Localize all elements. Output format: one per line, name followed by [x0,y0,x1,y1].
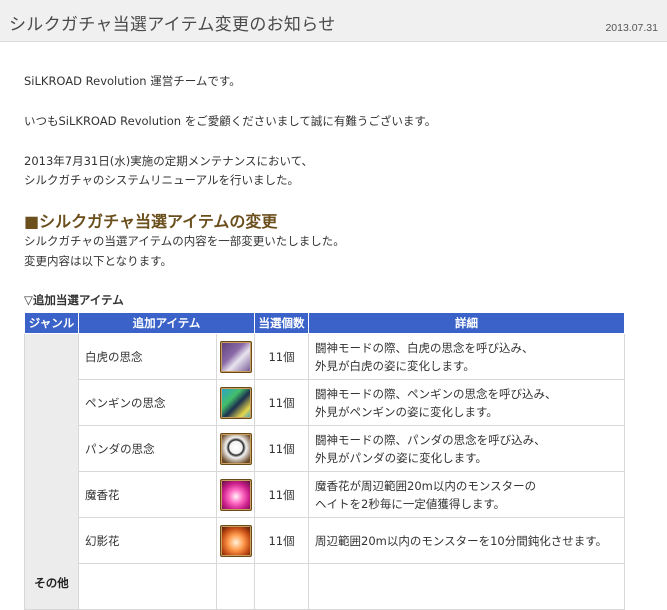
thanks-text: いつもSiLKROAD Revolution をご愛顧くださいまして誠に有難うご… [24,114,437,128]
section-heading: ■シルクガチャ当選アイテムの変更 [24,212,278,231]
item-name: 魔香花 [78,471,217,518]
item-name: 白虎の思念 [78,333,217,380]
item-count: 11個 [254,471,310,518]
item-count: 11個 [254,425,310,472]
panda-icon [219,432,252,465]
magic-flower-icon [219,478,252,511]
section-text-line1: シルクガチャの当選アイテムの内容を一部変更いたしました。 [24,234,345,248]
item-detail: 周辺範囲20m以内のモンスターを10分間鈍化させます。 [308,517,626,564]
title-bar: シルクガチャ当選アイテム変更のお知らせ 2013.07.31 [0,0,667,42]
detail-line1: 周辺範囲20m以内のモンスターを10分間鈍化させます。 [315,533,608,548]
table-row: ペンギンの思念 11個 闘神モードの際、ペンギンの思念を呼び込み、 外見がペンギン… [25,379,626,426]
detail-line1: 闘神モードの際、ペンギンの思念を呼び込み、 [315,386,557,401]
item-count: 11個 [254,517,310,564]
added-items-table: ジャンル 追加アイテム 当選個数 詳細 その他 白虎の思念 11個 闘神モードの… [24,312,626,610]
header-genre: ジャンル [24,312,79,334]
maintenance-text-line2: シルクガチャのシステムリニューアルを行いました。 [24,173,299,187]
detail-line2: 外見がペンギンの姿に変化します。 [315,404,498,419]
header-added-item: 追加アイテム [77,312,256,334]
section-text-line2: 変更内容は以下となります。 [24,254,173,268]
item-count: 11個 [254,333,310,380]
post-date: 2013.07.31 [605,22,658,34]
phantom-flower-icon [219,524,252,557]
table-header-row: ジャンル 追加アイテム 当選個数 詳細 [24,312,626,334]
item-count: 11個 [254,379,310,426]
maintenance-text-line1: 2013年7月31日(水)実施の定期メンテナンスにおいて、 [24,154,314,168]
header-win-count: 当選個数 [254,312,310,334]
table-row: パンダの思念 11個 闘神モードの際、パンダの思念を呼び込み、 外見がパンダの姿に… [25,425,626,472]
greeting-text: SiLKROAD Revolution 運営チームです。 [24,74,241,88]
item-detail: 闘神モードの際、パンダの思念を呼び込み、 外見がパンダの姿に変化します。 [308,425,626,472]
penguin-icon [219,386,252,419]
table-row: 魔香花 11個 魔香花が周辺範囲20m以内のモンスターの ヘイトを2秒毎に一定値獲… [25,471,626,518]
table-subheading: ▽追加当選アイテム [24,293,124,307]
item-detail: 闘神モードの際、白虎の思念を呼び込み、 外見が白虎の姿に変化します。 [308,333,626,380]
item-detail: 闘神モードの際、ペンギンの思念を呼び込み、 外見がペンギンの姿に変化します。 [308,379,626,426]
item-detail: 魔香花が周辺範囲20m以内のモンスターの ヘイトを2秒毎に一定値獲得します。 [308,471,626,518]
white-tiger-icon [219,340,252,373]
table-row: その他 白虎の思念 11個 闘神モードの際、白虎の思念を呼び込み、 外見が白虎の姿… [24,333,626,610]
page-title: シルクガチャ当選アイテム変更のお知らせ [9,15,336,35]
detail-line1: 闘神モードの際、パンダの思念を呼び込み、 [315,432,546,447]
item-name: 幻影花 [78,517,217,564]
detail-line2: ヘイトを2秒毎に一定値獲得します。 [315,496,506,511]
item-name: パンダの思念 [78,425,217,472]
detail-line2: 外見が白虎の姿に変化します。 [315,358,475,373]
detail-line1: 闘神モードの際、白虎の思念を呼び込み、 [315,340,534,355]
detail-line2: 外見がパンダの姿に変化します。 [315,450,487,465]
table-row [25,563,626,610]
genre-cell: その他 [24,333,79,610]
item-name: ペンギンの思念 [78,379,217,426]
header-detail: 詳細 [308,312,626,334]
detail-line1: 魔香花が周辺範囲20m以内のモンスターの [315,478,537,493]
table-row: 幻影花 11個 周辺範囲20m以内のモンスターを10分間鈍化させます。 [25,517,626,564]
